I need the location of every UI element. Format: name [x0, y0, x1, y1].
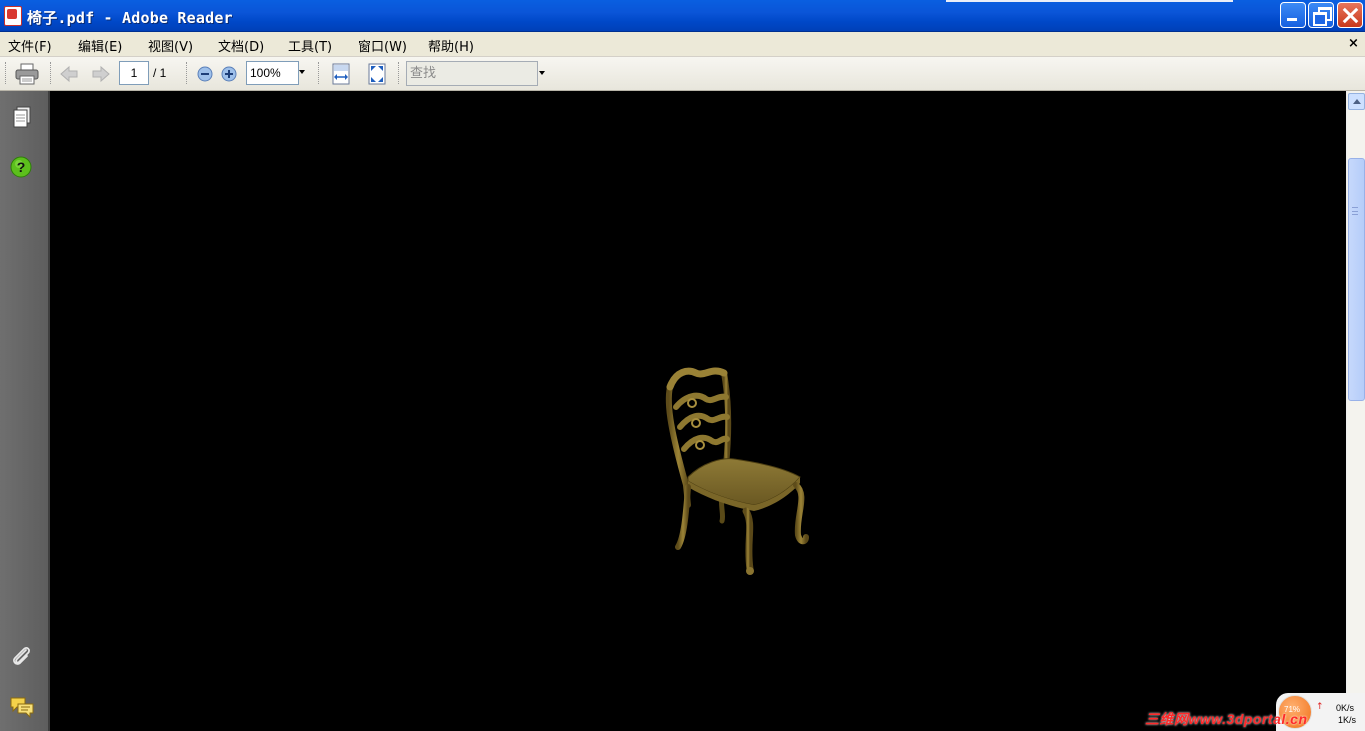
upload-speed: 0K/s: [1336, 703, 1355, 713]
search-dropdown-arrow[interactable]: [539, 71, 545, 75]
toolbar: 1 / 1 100% 查找: [0, 57, 1365, 91]
page-number-input[interactable]: 1: [119, 61, 149, 85]
close-document-button[interactable]: ×: [1348, 36, 1359, 51]
toolbar-grip[interactable]: [50, 62, 53, 84]
pages-icon[interactable]: [12, 106, 32, 128]
next-page-icon[interactable]: [92, 65, 110, 83]
comments-icon[interactable]: [9, 696, 35, 718]
pdf-file-icon[interactable]: [4, 6, 22, 26]
toolbar-grip[interactable]: [5, 62, 8, 84]
download-speed: 1K/s: [1338, 715, 1357, 725]
toolbar-grip[interactable]: [186, 62, 189, 84]
menu-bar: 文件(F) 编辑(E) 视图(V) 文档(D) 工具(T) 窗口(W) 帮助(H…: [0, 32, 1365, 57]
restore-button[interactable]: [1308, 2, 1334, 28]
close-window-button[interactable]: [1337, 2, 1363, 28]
minimize-button[interactable]: [1280, 2, 1306, 28]
menu-help[interactable]: 帮助(H): [428, 36, 474, 55]
search-input[interactable]: 查找: [406, 61, 538, 86]
zoom-out-icon[interactable]: [197, 66, 213, 82]
title-bar[interactable]: 椅子.pdf - Adobe Reader: [0, 0, 1365, 32]
help-icon[interactable]: ?: [10, 156, 32, 178]
toolbar-grip[interactable]: [398, 62, 401, 84]
scroll-up-button[interactable]: [1348, 93, 1365, 110]
zoom-in-icon[interactable]: [221, 66, 237, 82]
vertical-scrollbar[interactable]: [1346, 91, 1365, 731]
scrollbar-grip: [1352, 207, 1358, 215]
menu-tools[interactable]: 工具(T): [288, 36, 332, 55]
zoom-level-input[interactable]: 100%: [246, 61, 299, 85]
window-title: 椅子.pdf - Adobe Reader: [27, 9, 233, 27]
upload-arrow-icon: ↑: [1316, 702, 1324, 712]
menu-edit[interactable]: 编辑(E): [78, 36, 122, 55]
toolbar-grip[interactable]: [318, 62, 321, 84]
zoom-dropdown-arrow[interactable]: [299, 70, 305, 74]
prev-page-icon[interactable]: [60, 65, 78, 83]
attachment-icon[interactable]: [10, 644, 34, 668]
scrollbar-thumb[interactable]: [1348, 158, 1365, 401]
fit-width-icon[interactable]: [332, 63, 350, 85]
page-total-label: / 1: [153, 66, 167, 80]
menu-document[interactable]: 文档(D): [218, 36, 264, 55]
menu-window[interactable]: 窗口(W): [358, 36, 407, 55]
title-bar-strip: [946, 0, 1233, 2]
print-icon[interactable]: [15, 63, 39, 85]
svg-text:?: ?: [17, 159, 26, 175]
fit-page-icon[interactable]: [368, 63, 386, 85]
menu-view[interactable]: 视图(V): [148, 36, 193, 55]
navigation-panel: ?: [0, 91, 50, 731]
site-watermark: 三维网www.3dportal.cn: [1145, 711, 1308, 727]
adobe-reader-window: 椅子.pdf - Adobe Reader 文件(F) 编辑(E) 视图(V) …: [0, 0, 1365, 731]
3d-chair-model[interactable]: [662, 365, 812, 577]
menu-file[interactable]: 文件(F): [8, 36, 52, 55]
document-view[interactable]: [52, 91, 1335, 731]
